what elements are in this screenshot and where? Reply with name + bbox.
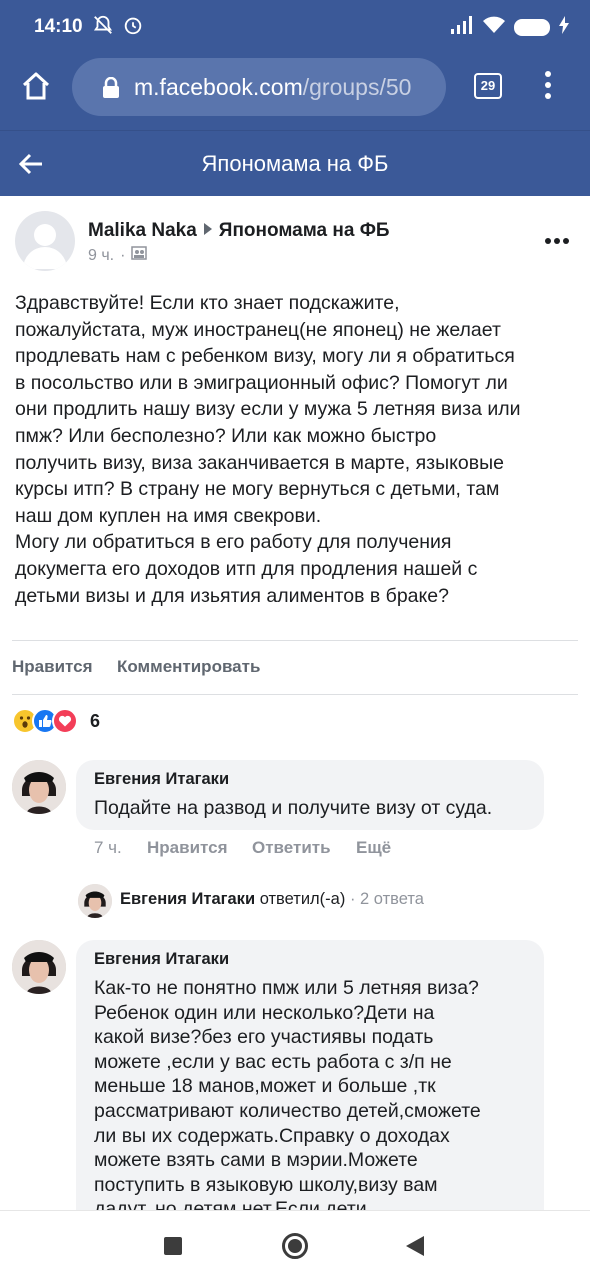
- divider: [12, 640, 578, 641]
- status-bar: 14:10 35: [0, 0, 590, 56]
- author-avatar[interactable]: [15, 211, 75, 271]
- menu-dots-icon[interactable]: [540, 70, 556, 100]
- post-text: Здравствуйте! Если кто знает подскажите,…: [15, 292, 521, 607]
- charging-icon: [558, 16, 570, 39]
- comment-button[interactable]: Комментировать: [117, 657, 260, 677]
- reaction-summary[interactable]: 6: [12, 708, 100, 734]
- comment-time[interactable]: 7 ч.: [94, 838, 122, 858]
- home-button[interactable]: [282, 1233, 308, 1259]
- alarm-icon: [122, 14, 144, 41]
- mute-icon: [92, 14, 114, 41]
- comment-more-button[interactable]: Ещё: [356, 838, 391, 858]
- lock-icon: [102, 76, 120, 104]
- caret-right-icon: [203, 220, 213, 242]
- post-more-icon[interactable]: [544, 232, 570, 250]
- signal-icon: [450, 15, 474, 40]
- group-header: Япономама на ФБ: [0, 130, 590, 196]
- comment-author-name[interactable]: Евгения Итагаки: [94, 950, 229, 969]
- post-meta: 9 ч. ·: [88, 246, 148, 265]
- back-button[interactable]: [406, 1236, 424, 1256]
- reply-verb: ответил(-а): [259, 890, 346, 908]
- commenter-avatar[interactable]: [12, 940, 66, 994]
- reaction-count: 6: [90, 710, 101, 731]
- love-reaction-icon: [52, 708, 78, 734]
- comment-author-name[interactable]: Евгения Итагаки: [94, 770, 229, 789]
- post-time[interactable]: 9 ч.: [88, 247, 114, 265]
- tab-switcher-button[interactable]: 29: [474, 73, 502, 99]
- group-title: Япономама на ФБ: [201, 151, 389, 176]
- comment-like-button[interactable]: Нравится: [147, 838, 228, 858]
- url-text: m.facebook.com/groups/50: [134, 74, 412, 100]
- comment-text: Как-то не понятно пмж или 5 летняя виза?…: [94, 977, 481, 1210]
- recents-button[interactable]: [164, 1237, 182, 1255]
- comment-reply-button[interactable]: Ответить: [252, 838, 331, 858]
- commenter-avatar[interactable]: [12, 760, 66, 814]
- home-icon[interactable]: [20, 70, 52, 102]
- system-nav-bar: [0, 1210, 590, 1280]
- group-audience-icon: [131, 246, 148, 265]
- reply-author-name: Евгения Итагаки: [120, 890, 256, 908]
- status-time: 14:10: [34, 16, 83, 37]
- reply-count: · 2 ответа: [349, 890, 424, 908]
- comment-text: Подайте на развод и получите визу от суд…: [94, 797, 493, 819]
- post-author-name[interactable]: Malika Naka: [88, 220, 197, 242]
- browser-toolbar: m.facebook.com/groups/50 29: [0, 56, 590, 130]
- address-bar[interactable]: m.facebook.com/groups/50: [72, 58, 446, 116]
- reply-avatar[interactable]: [78, 884, 112, 918]
- view-replies-link[interactable]: Евгения Итагаки ответил(-а) · 2 ответа: [120, 890, 424, 909]
- battery-indicator: 35: [514, 19, 550, 36]
- post-author-line: Malika Naka Япономама на ФБ: [88, 220, 390, 242]
- like-button[interactable]: Нравится: [12, 657, 93, 677]
- divider: [12, 694, 578, 695]
- post-group-name[interactable]: Япономама на ФБ: [219, 220, 390, 242]
- wifi-icon: [482, 15, 506, 40]
